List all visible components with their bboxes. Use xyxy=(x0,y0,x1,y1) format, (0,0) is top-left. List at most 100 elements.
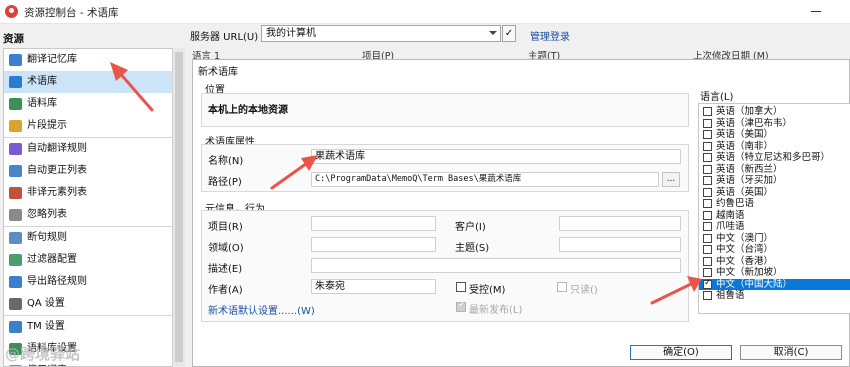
resources-list: 翻译记忆库 术语库 语料库片段提示自动翻译规则 自动更正列表 非译元素列表 忽略列表 断句规… xyxy=(3,48,185,367)
author-label: 作者(A) xyxy=(208,285,243,296)
language-item[interactable]: 英语（特立尼达和多巴哥） xyxy=(699,152,850,164)
language-checkbox[interactable] xyxy=(703,118,712,128)
location-value: 本机上的本地资源 xyxy=(208,105,288,116)
language-item[interactable]: 中文（中国大陆） xyxy=(699,278,850,290)
chevron-down-icon[interactable] xyxy=(489,31,497,35)
resources-scrollbar[interactable] xyxy=(172,48,185,367)
filter-icon xyxy=(9,254,22,266)
server-url-combo[interactable]: 我的计算机 xyxy=(261,25,501,42)
server-confirm-button[interactable]: ✓ xyxy=(502,25,516,42)
name-label: 名称(N) xyxy=(208,156,244,167)
language-checkbox[interactable] xyxy=(703,176,712,185)
resource-item-label: 导出路径规则 xyxy=(27,276,87,287)
language-checkbox[interactable] xyxy=(703,199,712,208)
domain-label: 领域(O) xyxy=(208,243,244,254)
language-item[interactable]: 中文（香港） xyxy=(699,256,850,268)
language-label: 中文（新加坡） xyxy=(716,267,783,278)
language-checkbox[interactable] xyxy=(703,256,712,266)
resource-item-8[interactable]: 断句规则 xyxy=(4,227,184,249)
language-label: 英语（英国） xyxy=(716,186,774,198)
language-label: 英语（南非） xyxy=(716,140,774,152)
domain-input[interactable] xyxy=(311,237,436,252)
language-item[interactable]: 英语（南非） xyxy=(699,141,850,153)
language-checkbox[interactable] xyxy=(703,233,712,243)
scrollbar-thumb[interactable] xyxy=(175,52,183,362)
newest-label: 最新发布(L) xyxy=(469,305,523,316)
autocorrect-icon xyxy=(9,165,22,177)
language-label: 中文（澳门） xyxy=(716,232,774,244)
language-item[interactable]: 英语（新西兰） xyxy=(699,164,850,176)
language-checkbox[interactable] xyxy=(703,130,712,139)
language-checkbox[interactable] xyxy=(703,141,712,151)
language-label: 英语（加拿大） xyxy=(716,106,783,117)
resource-item-1[interactable]: 术语库 xyxy=(4,71,184,93)
tm-icon xyxy=(9,54,22,66)
new-termbase-dialog: 新术语库 位置 本机上的本地资源 术语库属性 名称(N) 果蔬术语库 路径(P)… xyxy=(192,59,850,367)
readonly-checkbox[interactable] xyxy=(557,282,567,292)
resource-item-label: TM 设置 xyxy=(27,321,65,332)
language-item[interactable]: 中文（台湾） xyxy=(699,244,850,256)
language-item[interactable]: 中文（澳门） xyxy=(699,233,850,245)
language-checkbox[interactable] xyxy=(703,222,712,231)
resource-item-7[interactable]: 忽略列表 xyxy=(4,204,184,226)
resource-item-6[interactable]: 非译元素列表 xyxy=(4,182,184,204)
browse-button[interactable]: ... xyxy=(662,172,680,187)
resource-item-10[interactable]: 导出路径规则 xyxy=(4,271,184,293)
language-item[interactable]: 约鲁巴语 xyxy=(699,198,850,210)
memoq-logo-icon xyxy=(5,5,18,18)
language-item[interactable]: 英语（牙买加） xyxy=(699,175,850,187)
resource-item-12[interactable]: TM 设置 xyxy=(4,316,184,338)
resource-item-5[interactable]: 自动更正列表 xyxy=(4,160,184,182)
resource-item-3[interactable]: 片段提示 xyxy=(4,115,184,137)
language-item[interactable]: 英语（美国） xyxy=(699,129,850,141)
resource-item-label: 片段提示 xyxy=(27,120,67,131)
language-item[interactable]: 英语（津巴布韦） xyxy=(699,118,850,130)
client-input[interactable] xyxy=(559,216,681,231)
resource-item-11[interactable]: QA 设置 xyxy=(4,293,184,315)
resource-item-2[interactable]: 语料库 xyxy=(4,93,184,115)
cancel-button[interactable]: 取消(C) xyxy=(740,345,842,360)
language-label: 中文（香港） xyxy=(716,255,774,267)
language-checkbox[interactable] xyxy=(703,268,712,277)
language-checkbox[interactable] xyxy=(703,107,712,116)
minimize-button[interactable] xyxy=(809,4,823,18)
language-item[interactable]: 英语（加拿大） xyxy=(699,106,850,118)
language-checkbox[interactable] xyxy=(703,187,712,197)
author-input[interactable]: 朱泰宛 xyxy=(311,279,436,294)
language-label: 英语（美国） xyxy=(716,129,774,140)
ok-button[interactable]: 确定(O) xyxy=(630,345,732,360)
name-input[interactable]: 果蔬术语库 xyxy=(311,149,681,164)
termbase-icon xyxy=(9,76,22,88)
language-checkbox[interactable] xyxy=(703,278,712,289)
language-checkbox[interactable] xyxy=(703,291,712,300)
language-checkbox[interactable] xyxy=(703,164,712,174)
admin-login-link[interactable]: 管理登录 xyxy=(530,28,570,43)
check-icon: ✓ xyxy=(504,28,514,39)
path-input[interactable]: C:\ProgramData\MemoQ\Term Bases\果蔬术语库 xyxy=(311,172,659,187)
language-item[interactable]: 越南语 xyxy=(699,210,850,222)
language-checkbox[interactable] xyxy=(703,210,712,220)
project-input[interactable] xyxy=(311,216,436,231)
dialog-title: 新术语库 xyxy=(198,67,238,78)
newest-checkbox[interactable] xyxy=(456,300,466,312)
resource-item-9[interactable]: 过滤器配置 xyxy=(4,249,184,271)
controlled-checkbox[interactable] xyxy=(456,282,466,292)
language-label: 英语（新西兰） xyxy=(716,163,783,175)
resource-item-4[interactable]: 自动翻译规则 xyxy=(4,138,184,160)
description-input[interactable] xyxy=(311,258,681,273)
language-label: 中文（台湾） xyxy=(716,244,774,255)
resource-item-0[interactable]: 翻译记忆库 xyxy=(4,49,184,71)
language-checkbox[interactable] xyxy=(703,245,712,254)
language-item[interactable]: 爪哇语 xyxy=(699,221,850,233)
language-item[interactable]: 中文（新加坡） xyxy=(699,267,850,279)
languages-list: 英语（加拿大） 英语（津巴布韦） 英语（美国） 英语（南非） 英语（特立尼达和多巴哥）英… xyxy=(698,103,850,314)
server-url-value: 我的计算机 xyxy=(266,28,316,39)
resource-item-label: QA 设置 xyxy=(27,298,65,309)
language-label: 越南语 xyxy=(716,209,745,221)
language-item[interactable]: 祖鲁语 xyxy=(699,290,850,302)
subject-input[interactable] xyxy=(559,237,681,252)
language-item[interactable]: 英语（英国） xyxy=(699,187,850,199)
term-defaults-link[interactable]: 新术语默认设置......(W) xyxy=(208,302,315,317)
project-label: 项目(R) xyxy=(208,222,243,233)
language-checkbox[interactable] xyxy=(703,153,712,162)
